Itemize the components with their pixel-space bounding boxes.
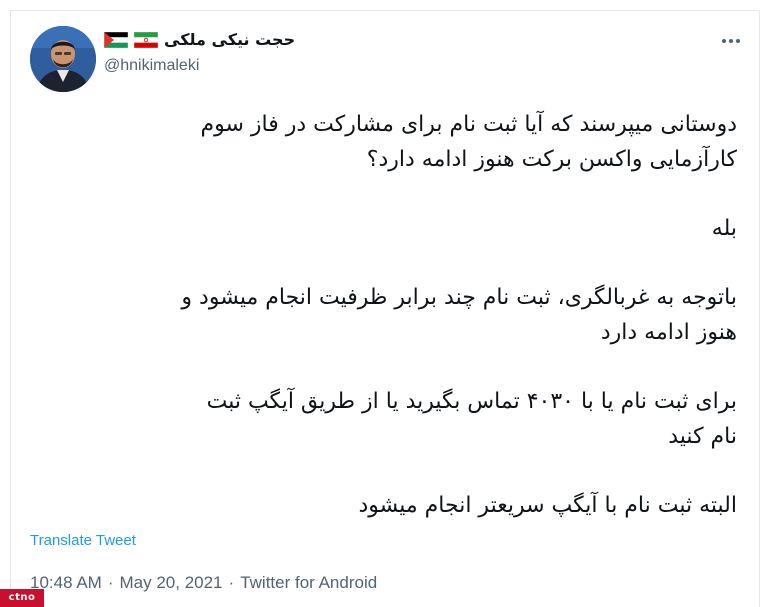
author-display-name[interactable]: حجت نیکی ملکی <box>164 30 295 49</box>
tweet-line: دوستانی میپرسند که آیا ثبت نام برای مشار… <box>200 112 737 137</box>
tweet-line: باتوجه به غربالگری، ثبت نام چند برابر ظر… <box>181 285 737 310</box>
tweet-line: هنوز ادامه دارد <box>600 320 737 345</box>
tweet-source[interactable]: Twitter for Android <box>240 573 377 592</box>
tweet-paragraph: البته ثبت نام با آیگپ سریعتر انجام میشود <box>31 488 737 523</box>
tweet-line: بله <box>711 216 737 241</box>
meta-separator: · <box>107 573 114 592</box>
tweet-line: نام کنید <box>668 424 737 449</box>
avatar-image <box>30 26 96 92</box>
translate-tweet-link[interactable]: Translate Tweet <box>30 532 136 549</box>
avatar[interactable] <box>30 26 96 92</box>
watermark-logo: ctno <box>0 589 44 607</box>
more-options-icon[interactable] <box>720 37 742 45</box>
palestine-flag-icon <box>104 31 128 48</box>
tweet-metadata: 10:48 AM · May 20, 2021 · Twitter for Androi… <box>30 573 377 593</box>
tweet-date[interactable]: May 20, 2021 <box>120 573 223 592</box>
tweet-line: کارآزمایی واکسن برکت هنوز ادامه دارد؟ <box>366 147 737 172</box>
tweet-paragraph: بله <box>31 211 737 246</box>
tweet-paragraph: برای ثبت نام یا با ۴۰۳۰ تماس بگیرید یا ا… <box>31 384 737 454</box>
iran-flag-icon <box>134 31 158 48</box>
author-name-row: حجت نیکی ملکی <box>104 30 295 49</box>
tweet-line: برای ثبت نام یا با ۴۰۳۰ تماس بگیرید یا ا… <box>206 389 737 414</box>
author-handle[interactable]: @hnikimaleki <box>104 57 199 75</box>
tweet-paragraph: دوستانی میپرسند که آیا ثبت نام برای مشار… <box>31 107 737 177</box>
tweet-line: البته ثبت نام با آیگپ سریعتر انجام میشود <box>358 493 737 518</box>
meta-separator: · <box>228 573 235 592</box>
tweet-text: دوستانی میپرسند که آیا ثبت نام برای مشار… <box>31 107 737 557</box>
tweet-card: حجت نیکی ملکی @hnikimaleki دوستانی میپرس… <box>10 10 760 607</box>
tweet-paragraph: باتوجه به غربالگری، ثبت نام چند برابر ظر… <box>31 280 737 350</box>
